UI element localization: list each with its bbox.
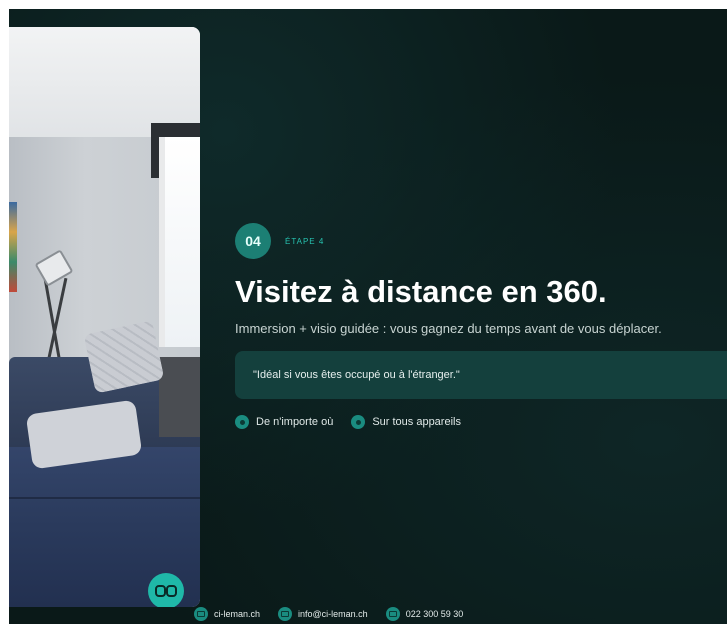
footer-website-link[interactable]: ci-leman.ch [194,607,260,621]
footer-phone-text: 022 300 59 30 [405,609,464,619]
feature-list: De n'importe où Sur tous appareils [235,415,479,429]
feature-item: Sur tous appareils [351,415,461,429]
step-label: ÉTAPE 4 [285,236,325,246]
page-title: Visitez à distance en 360. [235,274,607,309]
location-dot-icon [235,415,249,429]
living-room-photo [9,27,200,607]
feature-item: De n'importe où [235,415,333,429]
mail-icon [278,607,293,621]
globe-icon [194,607,208,621]
feature-label: Sur tous appareils [372,416,461,428]
footer-contact-bar: ci-leman.ch info@ci-leman.ch 022 300 59 … [194,607,481,621]
photo-throw-blanket [159,357,200,437]
photo-wall-art [9,202,17,292]
quote-box: "Idéal si vous êtes occupé ou à l'étrang… [235,351,727,399]
footer-email-link[interactable]: info@ci-leman.ch [278,607,368,621]
footer-phone-link[interactable]: 022 300 59 30 [385,607,464,621]
photo-window [159,137,200,347]
feature-label: De n'importe où [256,416,334,428]
page-subtitle: Immersion + visio guidée : vous gagnez d… [235,321,662,336]
vr-goggles-icon [155,585,177,597]
step-number-badge: 04 [235,223,271,259]
phone-icon [385,607,400,621]
slide-stage: 04 ÉTAPE 4 Visitez à distance en 360. Im… [9,9,727,624]
photo-cushion-seam [9,497,200,499]
footer-website-text: ci-leman.ch [214,609,261,619]
device-dot-icon [351,415,366,429]
quote-text: "Idéal si vous êtes occupé ou à l'étrang… [253,369,460,381]
footer-email-text: info@ci-leman.ch [298,609,368,619]
step-indicator: 04 ÉTAPE 4 [235,223,324,259]
vr-view-button[interactable] [148,573,184,607]
